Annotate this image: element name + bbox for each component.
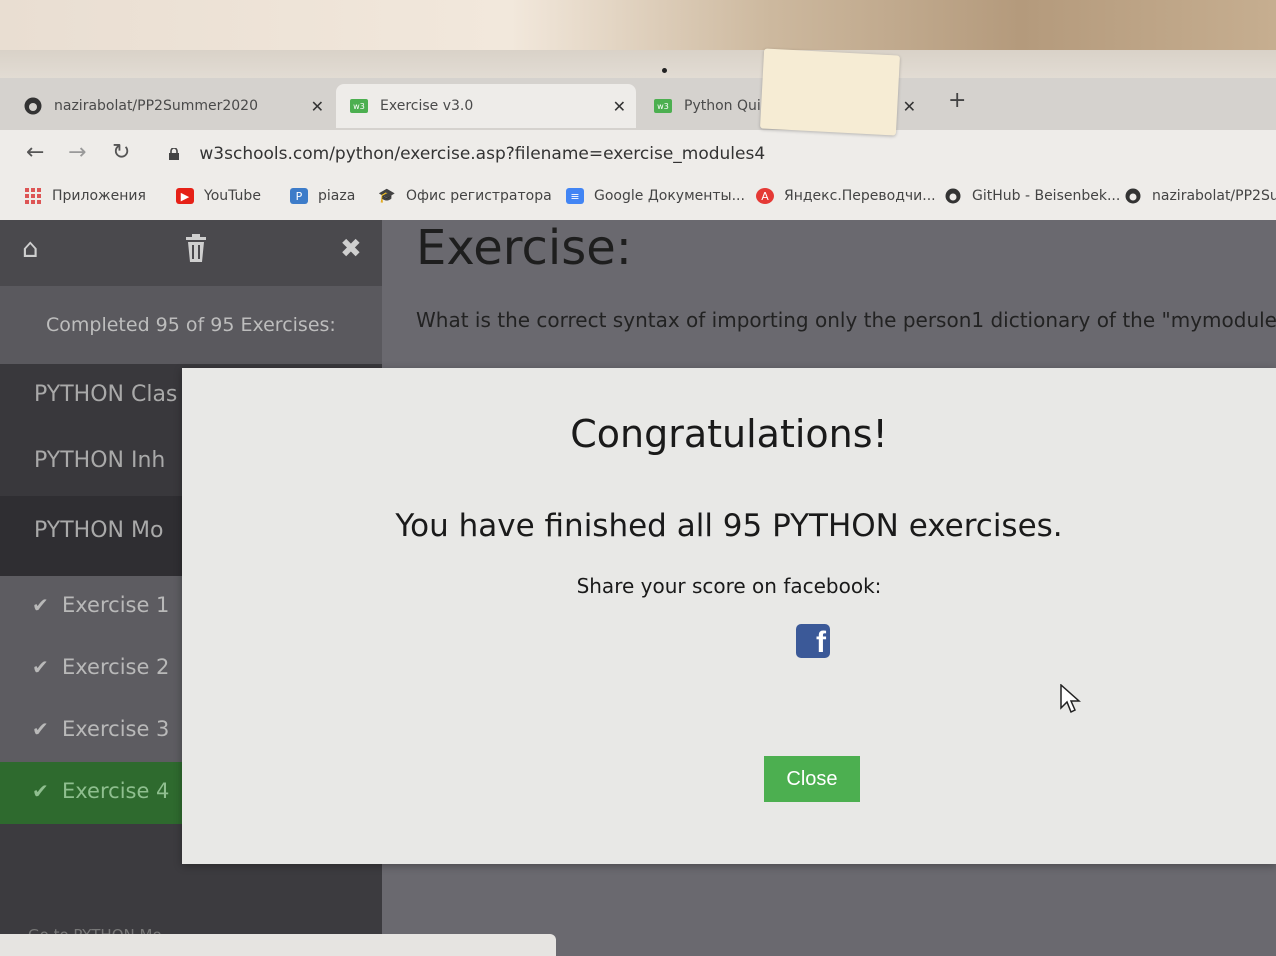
back-arrow-icon[interactable]: ← bbox=[26, 140, 44, 165]
youtube-icon: ▶ bbox=[176, 188, 194, 204]
bookmark-label: GitHub - Beisenbek... bbox=[972, 188, 1121, 204]
completed-text: Completed 95 of 95 Exercises: bbox=[46, 314, 336, 336]
google-docs-icon: ≡ bbox=[566, 188, 584, 204]
exercise-label: Exercise 1 bbox=[62, 593, 170, 617]
bookmarks-bar: Приложения ▶ YouTube P piaza 🎓 Офис реги… bbox=[0, 176, 1276, 221]
github-icon bbox=[1124, 188, 1142, 204]
share-prompt: Share your score on facebook: bbox=[576, 574, 882, 598]
bookmark-label: Яндекс.Переводчи... bbox=[784, 188, 936, 204]
checkmark-icon: ✔ bbox=[32, 717, 49, 741]
forward-arrow-icon[interactable]: → bbox=[68, 140, 86, 165]
bookmark-label: nazirabolat/PP2Su... bbox=[1152, 188, 1276, 204]
new-tab-button[interactable]: + bbox=[948, 88, 966, 113]
address-bar-row: ← → ↻ w3schools.com/python/exercise.asp?… bbox=[0, 130, 1276, 176]
exercise-label: Exercise 4 bbox=[62, 779, 170, 803]
url-text: w3schools.com/python/exercise.asp?filena… bbox=[199, 144, 766, 164]
bookmark-youtube[interactable]: ▶ YouTube bbox=[176, 188, 261, 204]
home-icon[interactable]: ⌂ bbox=[22, 234, 39, 264]
completed-status: Completed 95 of 95 Exercises: bbox=[0, 286, 382, 364]
tab-label: Python Quiz bbox=[684, 98, 769, 114]
bookmark-label: Приложения bbox=[52, 188, 146, 204]
section-label: PYTHON Clas bbox=[34, 382, 178, 407]
bookmark-label: Google Документы... bbox=[594, 188, 745, 204]
tab-strip: nazirabolat/PP2Summer2020 ✕ w3 Exercise … bbox=[0, 78, 1276, 130]
github-icon bbox=[944, 188, 962, 204]
webcam-dot bbox=[662, 68, 667, 73]
close-tab-icon[interactable]: ✕ bbox=[613, 97, 626, 116]
tape-over-webcam bbox=[759, 48, 901, 136]
tab-label: nazirabolat/PP2Summer2020 bbox=[54, 98, 258, 114]
trash-icon[interactable] bbox=[184, 234, 208, 269]
bookmark-registrar[interactable]: 🎓 Офис регистратора bbox=[378, 188, 552, 204]
lock-icon bbox=[168, 145, 180, 160]
bookmark-github-repo[interactable]: nazirabolat/PP2Su... bbox=[1124, 188, 1276, 204]
question-text: What is the correct syntax of importing … bbox=[416, 308, 1276, 332]
sidebar-toolbar: ⌂ ✖ bbox=[0, 220, 382, 286]
bookmark-label: Офис регистратора bbox=[406, 188, 552, 204]
mouse-cursor-icon bbox=[1060, 684, 1081, 714]
graduation-cap-icon: 🎓 bbox=[378, 188, 396, 204]
exercise-label: Exercise 3 bbox=[62, 717, 170, 741]
close-sidebar-icon[interactable]: ✖ bbox=[340, 234, 362, 264]
bookmark-google-docs[interactable]: ≡ Google Документы... bbox=[566, 188, 745, 204]
checkmark-icon: ✔ bbox=[32, 655, 49, 679]
apps-grid-icon bbox=[24, 188, 42, 204]
github-icon bbox=[24, 97, 42, 115]
w3schools-icon: w3 bbox=[654, 97, 672, 115]
bookmark-label: YouTube bbox=[204, 188, 261, 204]
facebook-icon[interactable]: f bbox=[796, 624, 830, 658]
checkmark-icon: ✔ bbox=[32, 779, 49, 803]
close-button[interactable]: Close bbox=[764, 756, 860, 802]
close-tab-icon[interactable]: ✕ bbox=[311, 97, 324, 116]
tab-label: Exercise v3.0 bbox=[380, 98, 474, 114]
checkmark-icon: ✔ bbox=[32, 593, 49, 617]
exercise-label: Exercise 2 bbox=[62, 655, 170, 679]
section-label: PYTHON Inh bbox=[34, 448, 166, 473]
yandex-translate-icon: A bbox=[756, 188, 774, 204]
bookmark-piazza[interactable]: P piaza bbox=[290, 188, 355, 204]
url-field[interactable]: w3schools.com/python/exercise.asp?filena… bbox=[168, 144, 765, 164]
bookmark-yandex-translate[interactable]: A Яндекс.Переводчи... bbox=[756, 188, 936, 204]
piazza-icon: P bbox=[290, 188, 308, 204]
reload-icon[interactable]: ↻ bbox=[112, 140, 130, 165]
congratulations-modal: Congratulations! You have finished all 9… bbox=[182, 368, 1276, 864]
w3schools-icon: w3 bbox=[350, 97, 368, 115]
bookmark-apps[interactable]: Приложения bbox=[24, 188, 146, 204]
bookmark-github[interactable]: GitHub - Beisenbek... bbox=[944, 188, 1120, 204]
page-title: Exercise: bbox=[416, 220, 632, 276]
status-bar bbox=[0, 934, 556, 956]
close-tab-icon[interactable]: ✕ bbox=[903, 97, 916, 116]
bookmark-label: piaza bbox=[318, 188, 356, 204]
modal-message: You have finished all 95 PYTHON exercise… bbox=[395, 508, 1063, 544]
tab-github[interactable]: nazirabolat/PP2Summer2020 ✕ bbox=[24, 84, 334, 128]
section-label: PYTHON Mo bbox=[34, 518, 164, 543]
tab-exercise[interactable]: w3 Exercise v3.0 ✕ bbox=[336, 84, 636, 128]
modal-title: Congratulations! bbox=[570, 412, 888, 456]
